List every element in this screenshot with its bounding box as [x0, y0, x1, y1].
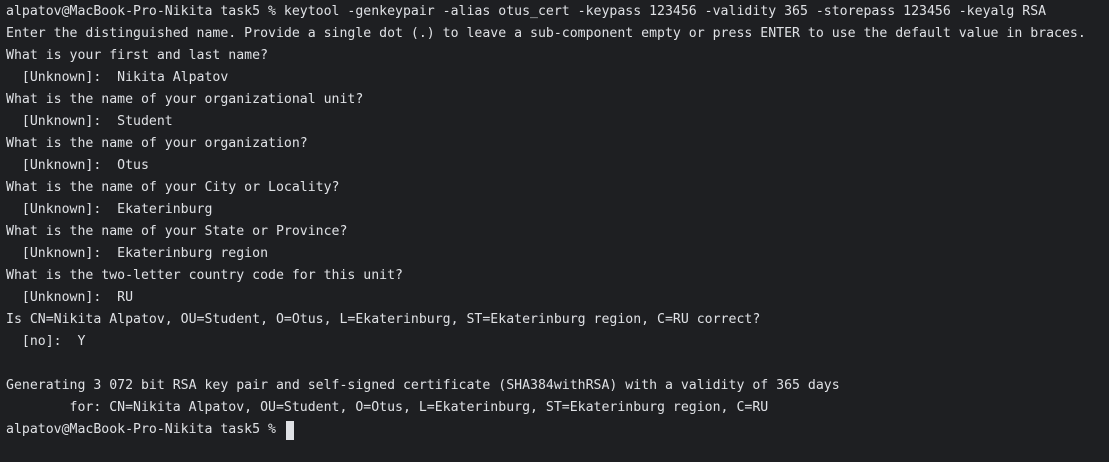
terminal-window[interactable]: alpatov@MacBook-Pro-Nikita task5 % keyto…	[0, 0, 1109, 462]
output-line: for: CN=Nikita Alpatov, OU=Student, O=Ot…	[6, 400, 769, 415]
text-cursor[interactable]	[285, 420, 294, 440]
question-line: What is the two-letter country code for …	[6, 268, 403, 283]
output-line: Enter the distinguished name. Provide a …	[6, 26, 1086, 41]
answer-line: [Unknown]: Nikita Alpatov	[6, 70, 229, 85]
answer-line: [Unknown]: RU	[6, 290, 134, 305]
answer-line: [Unknown]: Student	[6, 114, 173, 129]
answer-line: [Unknown]: Otus	[6, 158, 149, 173]
question-line: What is the name of your organization?	[6, 136, 308, 151]
answer-line: [Unknown]: Ekaterinburg	[6, 202, 213, 217]
shell-prompt: alpatov@MacBook-Pro-Nikita task5 %	[6, 422, 284, 437]
question-line: What is the name of your City or Localit…	[6, 180, 340, 195]
confirm-answer-line: [no]: Y	[6, 334, 86, 349]
prompt-line[interactable]: alpatov@MacBook-Pro-Nikita task5 %	[6, 419, 1109, 441]
question-line: What is the name of your State or Provin…	[6, 224, 348, 239]
answer-line: [Unknown]: Ekaterinburg region	[6, 246, 269, 261]
command-line: alpatov@MacBook-Pro-Nikita task5 % keyto…	[6, 4, 1047, 19]
output-line: Generating 3 072 bit RSA key pair and se…	[6, 378, 840, 393]
question-line: What is your first and last name?	[6, 48, 269, 63]
question-line: What is the name of your organizational …	[6, 92, 364, 107]
confirm-question-line: Is CN=Nikita Alpatov, OU=Student, O=Otus…	[6, 312, 761, 327]
